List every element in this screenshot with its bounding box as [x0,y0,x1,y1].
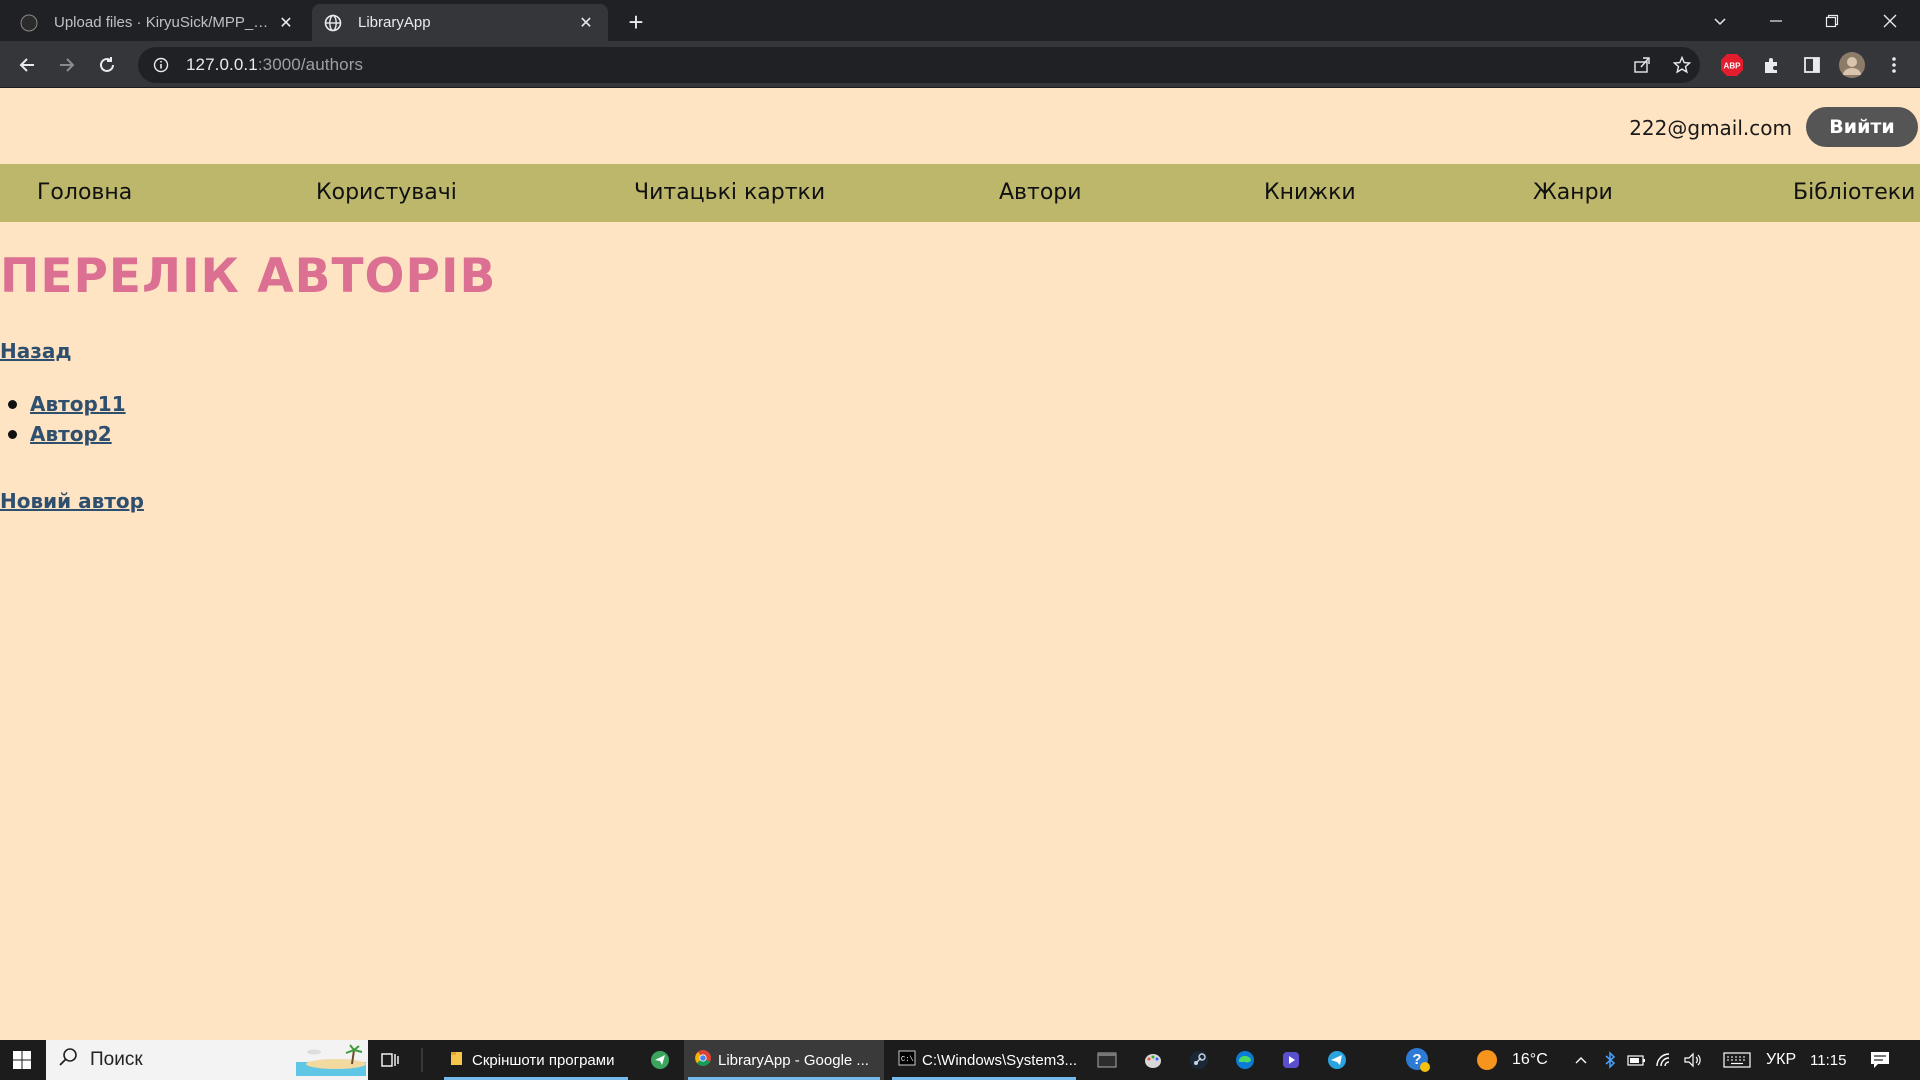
battery-icon[interactable] [1624,1040,1650,1080]
extensions-puzzle-icon[interactable] [1758,51,1786,79]
page-content: 222@gmail.com Вийти Головна Користувачі … [0,89,1920,1040]
edge-icon[interactable] [1228,1040,1262,1080]
url-text: 127.0.0.1:3000/authors [186,55,363,75]
telegram-icon[interactable] [1320,1040,1354,1080]
tab-libraryapp[interactable]: LibraryApp ✕ [312,4,608,41]
author-list: Автор11 Автор2 [0,389,126,449]
tab-search-icon[interactable] [1692,0,1748,41]
address-bar[interactable]: 127.0.0.1:3000/authors [138,47,1700,83]
search-placeholder: Поиск [90,1049,143,1070]
taskbar-app-label: LibraryApp - Google ... [718,1051,869,1069]
new-tab-button[interactable]: + [620,7,652,37]
chrome-icon [694,1049,712,1071]
folder-icon [450,1050,464,1070]
tab-title: LibraryApp [358,14,431,31]
taskbar-search-box[interactable]: Поиск [46,1040,368,1080]
chevron-up-icon[interactable] [1568,1040,1594,1080]
nav-item-libraries[interactable]: Бібліотеки [1793,180,1915,205]
taskbar-separator [416,1040,428,1080]
list-item: Автор11 [0,389,126,419]
nav-item-books[interactable]: Книжки [1264,180,1356,205]
nav-item-authors[interactable]: Автори [999,180,1082,205]
cmd-icon: C:\ [898,1050,916,1070]
clock-time[interactable]: 11:15 [1810,1040,1846,1080]
weather-sun-icon [1470,1040,1504,1080]
nav-item-home[interactable]: Головна [37,180,132,205]
back-arrow-icon[interactable] [11,49,43,81]
profile-avatar-icon[interactable] [1838,51,1866,79]
taskbar-app-chrome[interactable]: LibraryApp - Google ... [684,1040,884,1080]
author-link[interactable]: Автор2 [30,422,112,446]
taskbar-app-cmd[interactable]: C:\ C:\Windows\System3... [888,1040,1080,1080]
nav-item-users[interactable]: Користувачі [316,180,457,205]
author-link[interactable]: Автор11 [30,392,126,416]
search-icon [58,1047,78,1073]
new-author-link[interactable]: Новий автор [0,489,144,513]
browser-tab-strip: Upload files · KiryuSick/MPP_Fin... ✕ Li… [0,0,1920,41]
svg-text:?: ? [1412,1051,1421,1068]
input-language[interactable]: УКР [1766,1040,1796,1080]
svg-text:C:\: C:\ [901,1056,914,1064]
close-icon[interactable]: ✕ [276,13,296,33]
info-icon[interactable] [152,56,170,74]
list-item: Автор2 [0,419,126,449]
bluetooth-icon[interactable] [1598,1040,1622,1080]
tab-upload-files[interactable]: Upload files · KiryuSick/MPP_Fin... ✕ [8,4,308,41]
restore-icon[interactable] [1804,0,1860,41]
bullet [8,400,17,409]
help-icon[interactable]: ? [1400,1040,1436,1080]
telegram-send-icon[interactable] [644,1040,676,1080]
bookmark-star-icon[interactable] [1664,47,1700,83]
weather-temperature[interactable]: 16°C [1512,1040,1548,1080]
forward-arrow-icon[interactable] [51,49,83,81]
close-icon[interactable]: ✕ [576,13,596,33]
paint-icon[interactable] [1136,1040,1170,1080]
side-panel-icon[interactable] [1798,51,1826,79]
github-icon [20,14,38,32]
page-header: 222@gmail.com Вийти [0,89,1920,164]
taskbar-app-label: C:\Windows\System3... [922,1051,1078,1069]
svg-text:ABP: ABP [1724,62,1742,71]
bullet [8,430,17,439]
nav-item-genres[interactable]: Жанри [1533,180,1613,205]
task-view-icon[interactable] [372,1040,408,1080]
taskbar: Поиск Скріншоти програми LibraryApp - Go… [0,1040,1920,1080]
url-host: 127.0.0.1 [186,55,258,74]
page-title: ПЕРЕЛІК АВТОРІВ [0,249,497,304]
tab-title: Upload files · KiryuSick/MPP_Fin... [54,14,276,31]
taskbar-app-label: Скріншоти програми [472,1051,615,1069]
menu-kebab-icon[interactable] [1880,51,1908,79]
reload-icon[interactable] [91,49,123,81]
logout-button[interactable]: Вийти [1806,107,1918,147]
user-email: 222@gmail.com [1629,116,1792,140]
back-link[interactable]: Назад [0,339,72,363]
close-window-icon[interactable] [1862,0,1918,41]
globe-icon [324,14,342,32]
nav-item-reader-cards[interactable]: Читацькі картки [634,180,825,205]
windows-start-icon[interactable] [0,1040,44,1080]
url-path: :3000/authors [257,55,364,74]
minimize-icon[interactable] [1748,0,1804,41]
main-navbar: Головна Користувачі Читацькі картки Авто… [0,164,1920,222]
media-player-icon[interactable] [1274,1040,1308,1080]
wifi-icon[interactable] [1652,1040,1678,1080]
steam-icon[interactable] [1182,1040,1216,1080]
volume-icon[interactable] [1680,1040,1706,1080]
browser-toolbar: 127.0.0.1:3000/authors ABP [0,41,1920,88]
search-highlight-illustration [296,1044,366,1076]
keyboard-icon[interactable] [1720,1040,1754,1080]
taskbar-app-file-explorer[interactable]: Скріншоти програми [440,1040,632,1080]
adblock-icon[interactable]: ABP [1718,51,1746,79]
share-icon[interactable] [1624,47,1660,83]
notifications-icon[interactable] [1862,1040,1898,1080]
terminal-icon[interactable] [1090,1040,1124,1080]
